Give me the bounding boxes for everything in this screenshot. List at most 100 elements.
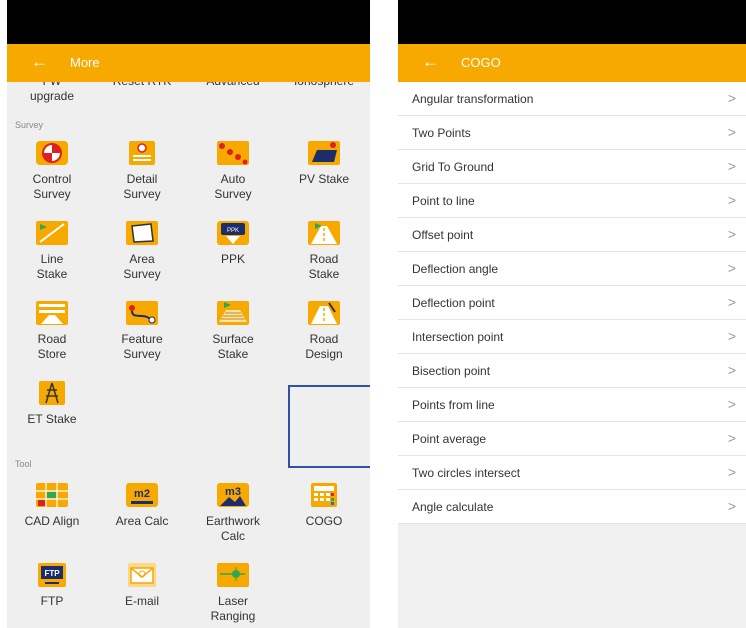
tile-earthwork-calc[interactable]: m3 Earthwork Calc bbox=[188, 482, 278, 544]
surface-stake-icon bbox=[216, 300, 250, 326]
line-stake-icon bbox=[35, 220, 69, 246]
cogo-list-item[interactable]: Deflection point > bbox=[398, 286, 746, 320]
tile-label: Detail Survey bbox=[123, 172, 161, 201]
email-icon bbox=[125, 562, 159, 588]
list-item-label: Point to line bbox=[412, 194, 475, 208]
tile-label: Area Survey bbox=[123, 252, 161, 281]
tile-label: Reset RTK bbox=[97, 82, 187, 89]
tile-pv-stake[interactable]: PV Stake bbox=[279, 140, 369, 187]
back-arrow-icon[interactable]: ← bbox=[31, 52, 48, 72]
cogo-list-item[interactable]: Angle calculate > bbox=[398, 490, 746, 524]
tile-auto-survey[interactable]: Auto Survey bbox=[188, 140, 278, 202]
tile-et-stake[interactable]: ET Stake bbox=[7, 380, 97, 427]
cogo-menu-list: Angular transformation > Two Points > Grid T… bbox=[398, 82, 746, 524]
tile-feature-survey[interactable]: Feature Survey bbox=[97, 300, 187, 362]
tile-area-survey[interactable]: Area Survey bbox=[97, 220, 187, 282]
tile-label: COGO bbox=[305, 514, 343, 528]
list-item-label: Offset point bbox=[412, 228, 474, 242]
cogo-list-item[interactable]: Angular transformation > bbox=[398, 82, 746, 116]
svg-text:m2: m2 bbox=[134, 488, 150, 500]
tile-area-calc[interactable]: m2 Area Calc bbox=[97, 482, 187, 529]
cogo-list-item[interactable]: Bisection point > bbox=[398, 354, 746, 388]
list-item-label: Bisection point bbox=[412, 364, 491, 378]
tile-road-stake[interactable]: Road Stake bbox=[279, 220, 369, 282]
status-bar bbox=[7, 0, 370, 44]
list-item-label: Points from line bbox=[412, 398, 495, 412]
more-screen: ← More FWupgrade Reset RTKAdvancedIonosph… bbox=[7, 0, 370, 628]
tile-label: Control Survey bbox=[32, 172, 72, 201]
tile-label: Road Stake bbox=[308, 252, 340, 281]
control-survey-icon bbox=[35, 140, 69, 166]
earthwork-calc-icon: m3 bbox=[216, 482, 250, 508]
tile-road-design[interactable]: Road Design bbox=[279, 300, 369, 362]
tile-label: Line Stake bbox=[36, 252, 68, 281]
page-title: COGO bbox=[461, 55, 501, 70]
svg-text:FTP: FTP bbox=[44, 569, 60, 578]
chevron-right-icon: > bbox=[727, 430, 736, 446]
tile-label: Advanced bbox=[188, 82, 278, 89]
tile-label: PPK bbox=[220, 252, 245, 266]
chevron-right-icon: > bbox=[727, 124, 736, 140]
back-arrow-icon[interactable]: ← bbox=[422, 52, 439, 72]
tile-e-mail[interactable]: E-mail bbox=[97, 562, 187, 609]
tile-label: FTP bbox=[40, 594, 64, 608]
cogo-list-item[interactable]: Two Points > bbox=[398, 116, 746, 150]
list-item-label: Two circles intersect bbox=[412, 466, 521, 480]
cogo-list-item[interactable]: Point to line > bbox=[398, 184, 746, 218]
chevron-right-icon: > bbox=[727, 328, 736, 344]
tile-ppk[interactable]: PPK PPK bbox=[188, 220, 278, 267]
cogo-list-item[interactable]: Grid To Ground > bbox=[398, 150, 746, 184]
tile-ftp[interactable]: FTP FTP bbox=[7, 562, 97, 609]
section-label-survey: Survey bbox=[15, 120, 44, 130]
tile-label: Laser Ranging bbox=[210, 594, 256, 623]
detail-survey-icon bbox=[125, 140, 159, 166]
svg-text:m3: m3 bbox=[225, 486, 241, 498]
tile-label: Surface Stake bbox=[212, 332, 254, 361]
tile-label: Feature Survey bbox=[121, 332, 163, 361]
chevron-right-icon: > bbox=[727, 192, 736, 208]
tile-label: Road Store bbox=[37, 332, 67, 361]
cogo-highlight-box bbox=[288, 385, 370, 468]
tile-surface-stake[interactable]: Surface Stake bbox=[188, 300, 278, 362]
cogo-list-item[interactable]: Offset point > bbox=[398, 218, 746, 252]
tile-label: Auto Survey bbox=[214, 172, 252, 201]
area-survey-icon bbox=[125, 220, 159, 246]
app-bar: ← More bbox=[7, 44, 370, 82]
tile-cad-align[interactable]: CAD Align bbox=[7, 482, 97, 529]
tile-ionosphere[interactable]: Ionosphere bbox=[279, 82, 369, 89]
cogo-list-item[interactable]: Points from line > bbox=[398, 388, 746, 422]
cogo-list-item[interactable]: Deflection angle > bbox=[398, 252, 746, 286]
list-item-label: Angle calculate bbox=[412, 500, 494, 514]
ppk-icon: PPK bbox=[216, 220, 250, 246]
status-bar bbox=[398, 0, 746, 44]
chevron-right-icon: > bbox=[727, 90, 736, 106]
chevron-right-icon: > bbox=[727, 260, 736, 276]
app-bar: ← COGO bbox=[398, 44, 746, 82]
tile-label: Ionosphere bbox=[279, 82, 369, 89]
road-design-icon bbox=[307, 300, 341, 326]
list-item-label: Angular transformation bbox=[412, 92, 534, 106]
laser-ranging-icon bbox=[216, 562, 250, 588]
road-store-icon bbox=[35, 300, 69, 326]
list-item-label: Intersection point bbox=[412, 330, 504, 344]
tile-control-survey[interactable]: Control Survey bbox=[7, 140, 97, 202]
tile-cogo[interactable]: COGO bbox=[279, 482, 369, 529]
list-item-label: Two Points bbox=[412, 126, 471, 140]
tile-advanced[interactable]: Advanced bbox=[188, 82, 278, 89]
tile-reset-rtk[interactable]: Reset RTK bbox=[97, 82, 187, 89]
tile-label: Road Design bbox=[305, 332, 343, 361]
cogo-list-item[interactable]: Point average > bbox=[398, 422, 746, 456]
list-item-label: Point average bbox=[412, 432, 487, 446]
cogo-list-item[interactable]: Two circles intersect > bbox=[398, 456, 746, 490]
tile-line-stake[interactable]: Line Stake bbox=[7, 220, 97, 282]
cogo-list-item[interactable]: Intersection point > bbox=[398, 320, 746, 354]
tile-laser-ranging[interactable]: Laser Ranging bbox=[188, 562, 278, 624]
tile-road-store[interactable]: Road Store bbox=[7, 300, 97, 362]
tile-label: PV Stake bbox=[298, 172, 350, 186]
tile-detail-survey[interactable]: Detail Survey bbox=[97, 140, 187, 202]
cad-align-icon bbox=[35, 482, 69, 508]
svg-text:PPK: PPK bbox=[227, 228, 239, 234]
ftp-icon: FTP bbox=[35, 562, 69, 588]
tile-fw-upgrade[interactable]: FWupgrade bbox=[7, 82, 97, 104]
tile-label: ET Stake bbox=[27, 412, 77, 426]
